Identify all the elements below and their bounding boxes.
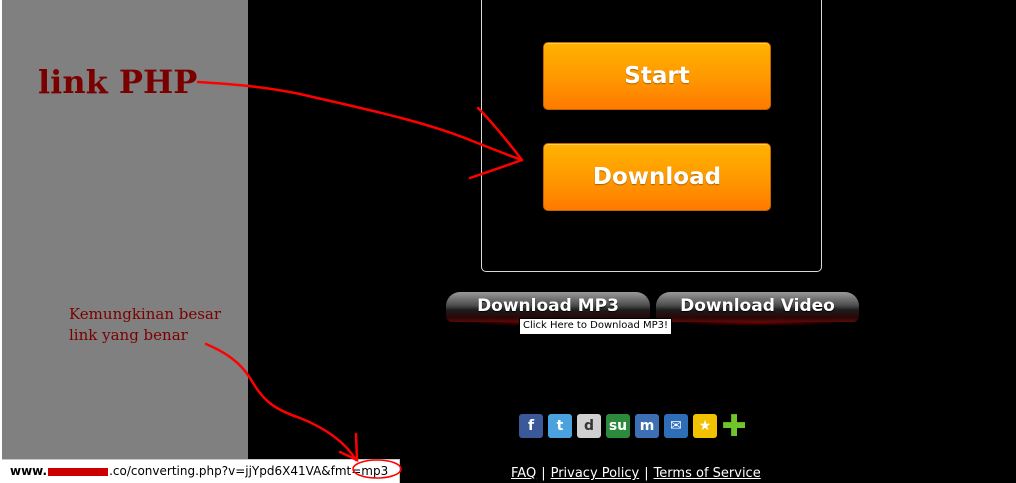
mp3-tooltip: Click Here to Download MP3!: [519, 318, 673, 335]
status-url: www. .co/converting.php?v=jjYpd6X41VA&fmt…: [10, 464, 388, 478]
faq-link[interactable]: FAQ: [511, 466, 536, 481]
converter-panel: [481, 0, 822, 272]
arrow-head-url: [338, 432, 359, 463]
annotation-note-line1: Kemungkinan besar: [69, 305, 222, 323]
status-url-rest: .co/converting.php?v=jjYpd6X41VA&fmt=mp3: [109, 464, 389, 478]
status-url-prefix: www.: [10, 464, 48, 478]
download-video-button[interactable]: Download Video: [656, 292, 859, 322]
footer-separator: |: [644, 466, 649, 481]
download-button[interactable]: Download: [543, 143, 771, 211]
social-share-bar: f t d su m ✉ ★ ✚: [519, 409, 747, 444]
redacted-domain: [48, 467, 109, 476]
annotation-link-php: link PHP: [38, 63, 198, 101]
myspace-icon[interactable]: m: [635, 414, 659, 438]
digg-icon[interactable]: d: [577, 414, 601, 438]
browser-status-bar: www. .co/converting.php?v=jjYpd6X41VA&fmt…: [2, 459, 400, 483]
sidebar-edge: [0, 0, 2, 483]
favorite-icon[interactable]: ★: [693, 414, 717, 438]
annotation-note: Kemungkinan besar link yang benar: [69, 304, 249, 346]
privacy-policy-link[interactable]: Privacy Policy: [551, 466, 640, 481]
add-icon[interactable]: ✚: [721, 409, 746, 444]
footer-separator: |: [541, 466, 546, 481]
footer-links: FAQ | Privacy Policy | Terms of Service: [511, 466, 761, 481]
email-icon[interactable]: ✉: [664, 414, 688, 438]
twitter-icon[interactable]: t: [548, 414, 572, 438]
annotation-note-line2: link yang benar: [69, 326, 188, 344]
stumbleupon-icon[interactable]: su: [606, 414, 630, 438]
start-button[interactable]: Start: [543, 42, 771, 110]
facebook-icon[interactable]: f: [519, 414, 543, 438]
terms-of-service-link[interactable]: Terms of Service: [654, 466, 761, 481]
